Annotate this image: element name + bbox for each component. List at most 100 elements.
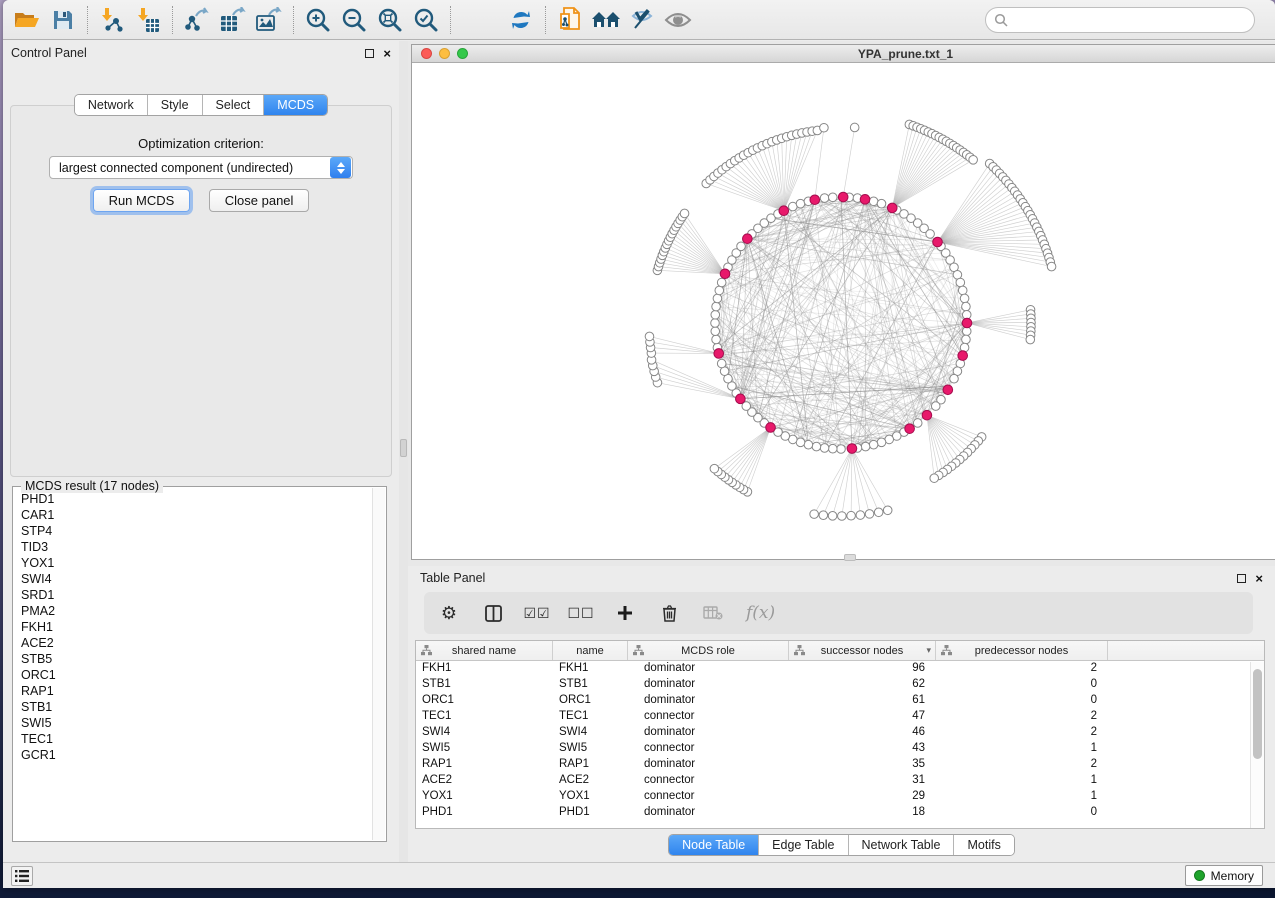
mcds-node[interactable] (714, 349, 724, 359)
graph-node[interactable] (737, 242, 746, 251)
list-item[interactable]: FKH1 (21, 619, 371, 635)
tab-select[interactable]: Select (202, 95, 264, 115)
table-row[interactable]: ACE2ACE2connector311 (416, 773, 1264, 789)
function-builder-icon[interactable]: f(x) (746, 603, 775, 623)
mcds-node[interactable] (766, 423, 776, 433)
tab-network-table[interactable]: Network Table (848, 835, 954, 855)
save-session-button[interactable] (45, 3, 81, 37)
graph-node[interactable] (804, 440, 813, 449)
table-row[interactable]: STB1STB1dominator620 (416, 677, 1264, 693)
float-panel-icon[interactable] (1237, 574, 1246, 583)
table-row[interactable]: ORC1ORC1dominator610 (416, 693, 1264, 709)
graph-node[interactable] (850, 123, 859, 132)
close-panel-icon[interactable]: × (383, 49, 391, 58)
graph-node[interactable] (1047, 262, 1056, 271)
close-panel-icon[interactable]: × (1255, 574, 1263, 583)
network-document-button[interactable] (552, 3, 588, 37)
tab-network[interactable]: Network (75, 95, 147, 115)
graph-node[interactable] (1026, 335, 1035, 344)
graph-node[interactable] (837, 445, 846, 454)
list-item[interactable]: YOX1 (21, 555, 371, 571)
show-columns-icon[interactable] (482, 601, 504, 625)
list-item[interactable]: TID3 (21, 539, 371, 555)
mcds-result-list[interactable]: PHD1CAR1STP4TID3YOX1SWI4SRD1PMA2FKH1ACE2… (15, 491, 371, 839)
list-item[interactable]: STB1 (21, 699, 371, 715)
list-item[interactable]: PHD1 (21, 491, 371, 507)
select-all-checkboxes-icon[interactable]: ☑☑ (526, 601, 548, 625)
list-item[interactable]: STP4 (21, 523, 371, 539)
graph-node[interactable] (874, 508, 883, 517)
vertical-split-divider[interactable] (399, 41, 408, 862)
zoom-fit-button[interactable] (372, 3, 408, 37)
list-item[interactable]: SRD1 (21, 587, 371, 603)
mcds-node[interactable] (905, 424, 915, 434)
network-canvas[interactable] (412, 63, 1275, 559)
mcds-node[interactable] (887, 203, 897, 213)
list-item[interactable]: TEC1 (21, 731, 371, 747)
column-header-MCDS-role[interactable]: MCDS role (628, 641, 789, 660)
graph-node[interactable] (717, 278, 726, 287)
hide-visualization-button[interactable] (624, 3, 660, 37)
table-row[interactable]: PHD1PHD1dominator180 (416, 805, 1264, 821)
home-button[interactable] (588, 3, 624, 37)
graph-node[interactable] (838, 512, 847, 521)
graph-node[interactable] (877, 438, 886, 447)
graph-node[interactable] (956, 278, 965, 287)
list-item[interactable]: STB5 (21, 651, 371, 667)
close-panel-button[interactable]: Close panel (209, 189, 310, 212)
delete-table-icon[interactable] (702, 601, 724, 625)
network-window-titlebar[interactable]: YPA_prune.txt_1 (412, 45, 1275, 63)
memory-button[interactable]: Memory (1185, 865, 1263, 886)
graph-node[interactable] (861, 442, 870, 451)
graph-node[interactable] (847, 511, 856, 520)
export-image-button[interactable] (251, 3, 287, 37)
delete-column-icon[interactable] (658, 601, 680, 625)
divider-grip[interactable] (400, 439, 407, 457)
zoom-selected-button[interactable] (408, 3, 444, 37)
graph-node[interactable] (950, 374, 959, 383)
graph-node[interactable] (820, 194, 829, 203)
export-table-button[interactable] (215, 3, 251, 37)
search-input[interactable] (985, 7, 1255, 33)
graph-node[interactable] (869, 440, 878, 449)
graph-node[interactable] (828, 512, 837, 521)
list-item[interactable]: SWI5 (21, 715, 371, 731)
list-item[interactable]: SWI4 (21, 571, 371, 587)
graph-node[interactable] (820, 123, 829, 132)
unselect-all-checkboxes-icon[interactable]: ☐☐ (570, 601, 592, 625)
show-visibility-button[interactable] (660, 3, 696, 37)
graph-node[interactable] (713, 294, 722, 303)
graph-node[interactable] (717, 359, 726, 368)
table-row[interactable]: TEC1TEC1connector472 (416, 709, 1264, 725)
graph-node[interactable] (828, 444, 837, 453)
float-panel-icon[interactable] (365, 49, 374, 58)
mcds-node[interactable] (838, 192, 848, 202)
tab-style[interactable]: Style (147, 95, 202, 115)
graph-node[interactable] (958, 286, 967, 295)
graph-node[interactable] (877, 199, 886, 208)
export-network-button[interactable] (179, 3, 215, 37)
list-item[interactable]: GCR1 (21, 747, 371, 763)
table-scrollbar[interactable] (1250, 662, 1264, 828)
graph-node[interactable] (869, 197, 878, 206)
task-history-button[interactable] (11, 866, 33, 886)
mcds-node[interactable] (736, 394, 746, 404)
column-menu-icon[interactable]: ▾ (926, 645, 931, 656)
mcds-node[interactable] (922, 410, 932, 420)
zoom-in-button[interactable] (300, 3, 336, 37)
horizontal-divider-grip[interactable] (844, 554, 856, 561)
graph-node[interactable] (962, 335, 971, 344)
graph-node[interactable] (930, 474, 939, 483)
mcds-node[interactable] (810, 195, 820, 205)
tab-edge-table[interactable]: Edge Table (758, 835, 847, 855)
refresh-button[interactable] (503, 3, 539, 37)
graph-node[interactable] (711, 310, 720, 319)
settings-gear-icon[interactable]: ⚙ (438, 601, 460, 625)
add-column-icon[interactable] (614, 601, 636, 625)
graph-node[interactable] (711, 319, 720, 328)
mcds-node[interactable] (860, 195, 870, 205)
optimization-criterion-dropdown[interactable]: largest connected component (undirected) (49, 156, 353, 179)
list-item[interactable]: RAP1 (21, 683, 371, 699)
import-network-button[interactable] (94, 3, 130, 37)
graph-node[interactable] (819, 511, 828, 520)
